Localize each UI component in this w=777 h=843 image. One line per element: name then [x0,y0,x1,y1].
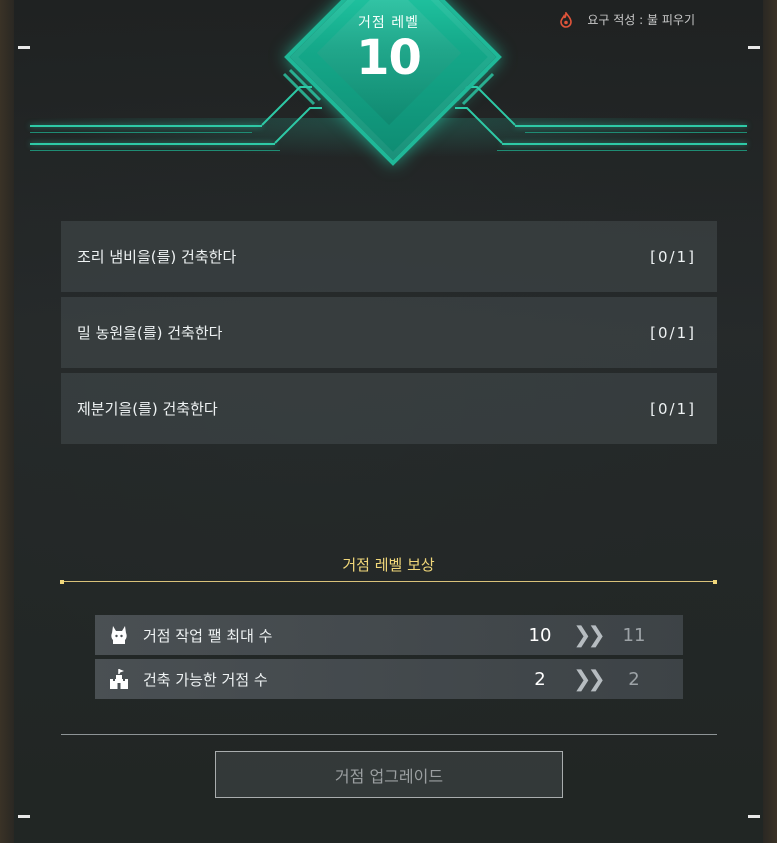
circuit-line [525,132,747,133]
task-progress: [0/1] [650,247,696,266]
upgrade-base-button[interactable]: 거점 업그레이드 [215,751,563,798]
circuit-line [30,125,262,127]
corner-tick [18,815,30,818]
divider-dot [713,580,717,584]
reward-row: 건축 가능한 거점 수 2 ❯❯ 2 [95,659,683,699]
task-label: 제분기을(를) 건축한다 [77,400,218,418]
circuit-line [30,150,280,151]
corner-tick [748,815,760,818]
task-row: 조리 냄비을(를) 건축한다 [0/1] [61,221,717,292]
reward-row: 거점 작업 팰 최대 수 10 ❯❯ 11 [95,615,683,655]
task-label: 밀 농원을(를) 건축한다 [77,324,223,342]
requirement-text: 요구 적성 : 불 피우기 [587,13,695,27]
reward-current-value: 10 [528,624,552,646]
castle-icon [110,669,128,689]
task-label: 조리 냄비을(를) 건축한다 [77,248,237,266]
rewards-title: 거점 레벨 보상 [342,556,435,574]
circuit-line [497,150,747,151]
task-progress: [0/1] [650,399,696,418]
frame-left [0,0,14,843]
reward-next-value: 11 [622,624,646,646]
task-row: 제분기을(를) 건축한다 [0/1] [61,373,717,444]
reward-label: 건축 가능한 거점 수 [143,670,268,689]
task-row: 밀 농원을(를) 건축한다 [0/1] [61,297,717,368]
divider-dot [60,580,64,584]
pal-icon [111,626,127,644]
double-chevron-icon: ❯❯ [573,666,606,692]
circuit-line [515,125,747,127]
reward-label: 거점 작업 팰 최대 수 [143,626,273,645]
circuit-line [502,143,747,145]
reward-next-value: 2 [628,668,640,690]
reward-current-value: 2 [534,668,546,690]
double-chevron-icon: ❯❯ [573,622,606,648]
footer-divider [61,734,717,735]
frame-right [763,0,777,843]
flame-icon [560,11,573,28]
circuit-line [30,132,252,133]
requirement: 요구 적성 : 불 피우기 [559,11,695,28]
circuit-line [30,143,275,145]
rewards-divider [62,581,716,582]
task-progress: [0/1] [650,323,696,342]
base-level-value: 10 [356,30,422,86]
